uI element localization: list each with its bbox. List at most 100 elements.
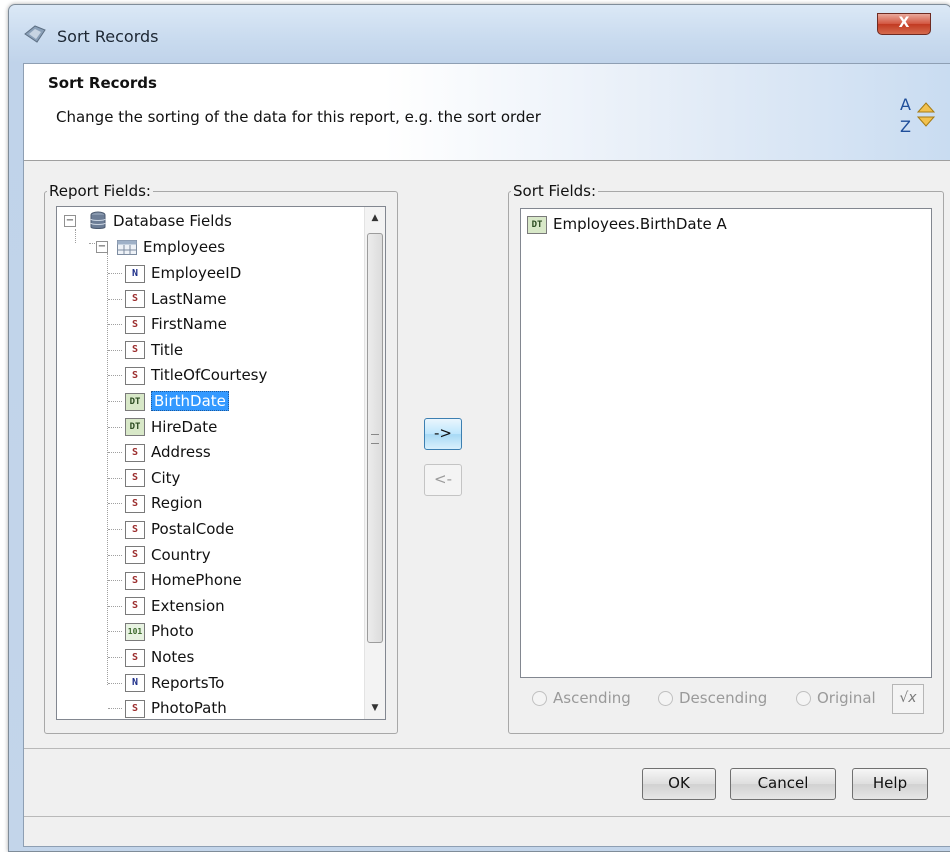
window-title: Sort Records <box>57 27 159 46</box>
tree-field-label: Country <box>151 545 211 564</box>
tree-field-lastname[interactable]: S LastName <box>125 287 227 311</box>
sort-fields-list[interactable]: DT Employees.BirthDate A <box>520 208 932 678</box>
status-divider <box>24 816 950 817</box>
tree-field-label: Title <box>151 340 184 359</box>
sort-fields-legend: Sort Fields: <box>513 182 597 200</box>
tree-field-notes[interactable]: S Notes <box>125 645 194 669</box>
header-title: Sort Records <box>48 74 157 92</box>
radio-circle-icon[interactable] <box>658 691 673 706</box>
sort-az-icon: A Z <box>900 95 936 136</box>
tree-field-postalcode[interactable]: S PostalCode <box>125 517 234 541</box>
dialog-header: Sort Records Change the sorting of the d… <box>24 64 950 161</box>
formula-button[interactable]: √x <box>892 684 924 714</box>
radio-circle-icon[interactable] <box>532 691 547 706</box>
tree-field-label: Region <box>151 494 203 513</box>
tree-field-label: EmployeeID <box>151 264 242 282</box>
table-icon <box>117 240 137 255</box>
collapse-toggle-icon[interactable]: − <box>96 241 108 253</box>
string-field-icon: S <box>125 290 145 309</box>
scroll-up-arrow-icon[interactable]: ▲ <box>365 207 385 229</box>
tree-field-label: Address <box>151 443 211 462</box>
tree-field-label: ReportsTo <box>151 673 225 692</box>
tree-label-employees: Employees <box>143 238 226 256</box>
original-radio[interactable]: Original <box>796 686 876 710</box>
tree-field-label: Extension <box>151 596 225 615</box>
tree-field-label: City <box>151 468 181 487</box>
tree-field-label: PostalCode <box>151 520 235 538</box>
sort-icon-letter-z: Z <box>900 117 911 136</box>
tree-field-label: Photo <box>151 622 194 641</box>
database-icon <box>90 211 106 229</box>
tree-field-label: HomePhone <box>151 571 242 590</box>
title-bar: Sort Records X <box>9 5 950 61</box>
tree-label-database-fields: Database Fields <box>113 212 232 230</box>
number-field-icon: N <box>125 674 145 693</box>
binary-field-icon: 101 <box>125 622 145 641</box>
tree-field-region[interactable]: S Region <box>125 491 202 515</box>
collapse-toggle-icon[interactable]: − <box>64 215 76 227</box>
string-field-icon: S <box>125 315 145 334</box>
string-field-icon: S <box>125 366 145 385</box>
dialog-client-area: Sort Records Change the sorting of the d… <box>23 63 950 847</box>
number-field-icon: N <box>125 264 145 283</box>
tree-field-label: Notes <box>151 648 195 666</box>
tree-field-label: FirstName <box>151 315 227 334</box>
descending-radio[interactable]: Descending <box>658 686 767 710</box>
string-field-icon: S <box>125 546 145 565</box>
tree-field-reportsto[interactable]: N ReportsTo <box>125 671 224 695</box>
tree-field-photopath[interactable]: S PhotoPath <box>125 696 227 719</box>
scroll-down-arrow-icon[interactable]: ▼ <box>365 697 385 719</box>
string-field-icon: S <box>125 520 145 539</box>
tree-field-country[interactable]: S Country <box>125 543 211 567</box>
tree-field-homephone[interactable]: S HomePhone <box>125 568 242 592</box>
remove-sort-field-button[interactable]: <- <box>424 464 462 496</box>
tree-field-extension[interactable]: S Extension <box>125 594 225 618</box>
tree-field-address[interactable]: S Address <box>125 440 211 464</box>
string-field-icon: S <box>125 648 145 667</box>
string-field-icon: S <box>125 494 145 513</box>
header-description: Change the sorting of the data for this … <box>56 108 541 126</box>
tree-field-title[interactable]: S Title <box>125 338 183 362</box>
datetime-field-icon: DT <box>125 392 145 411</box>
cancel-button[interactable]: Cancel <box>730 768 836 800</box>
tree-field-photo[interactable]: 101 Photo <box>125 619 194 643</box>
tree-field-firstname[interactable]: S FirstName <box>125 312 227 336</box>
report-fields-legend: Report Fields: <box>49 182 151 200</box>
report-fields-tree[interactable]: − Database Fields − Employees N EmployeeI… <box>56 206 386 720</box>
ok-button[interactable]: OK <box>642 768 716 800</box>
tree-vertical-scrollbar[interactable]: ▲ ▼ <box>364 207 385 719</box>
sort-icon-letter-a: A <box>900 95 911 114</box>
close-button[interactable]: X <box>877 13 931 35</box>
tree-field-hiredate[interactable]: DT HireDate <box>125 415 217 439</box>
tree-field-label: BirthDate <box>151 391 229 411</box>
string-field-icon: S <box>125 699 145 718</box>
report-app-icon <box>24 25 46 43</box>
ascending-label: Ascending <box>553 689 631 707</box>
tree-field-label: PhotoPath <box>151 699 227 718</box>
sort-field-label: Employees.BirthDate A <box>553 215 727 233</box>
datetime-field-icon: DT <box>125 418 145 437</box>
sort-field-item[interactable]: DT Employees.BirthDate A <box>527 213 727 235</box>
add-sort-field-button[interactable]: -> <box>424 418 462 450</box>
tree-field-label: HireDate <box>151 417 218 436</box>
datetime-field-icon: DT <box>527 215 547 234</box>
footer-divider <box>24 748 950 749</box>
tree-field-birthdate[interactable]: DT BirthDate <box>125 389 229 413</box>
descending-label: Descending <box>679 689 768 707</box>
ascending-radio[interactable]: Ascending <box>532 686 631 710</box>
string-field-icon: S <box>125 341 145 360</box>
radio-circle-icon[interactable] <box>796 691 811 706</box>
help-button[interactable]: Help <box>852 768 928 800</box>
scroll-thumb[interactable] <box>367 233 383 643</box>
tree-field-titleofcourtesy[interactable]: S TitleOfCourtesy <box>125 363 267 387</box>
tree-field-label: LastName <box>151 289 227 308</box>
string-field-icon: S <box>125 443 145 462</box>
dialog-window: Sort Records X Sort Records Change the s… <box>8 4 950 852</box>
string-field-icon: S <box>125 469 145 488</box>
string-field-icon: S <box>125 571 145 590</box>
original-label: Original <box>817 689 876 707</box>
string-field-icon: S <box>125 597 145 616</box>
tree-field-employeeid[interactable]: N EmployeeID <box>125 261 241 285</box>
tree-field-label: TitleOfCourtesy <box>151 366 268 385</box>
tree-field-city[interactable]: S City <box>125 466 180 490</box>
